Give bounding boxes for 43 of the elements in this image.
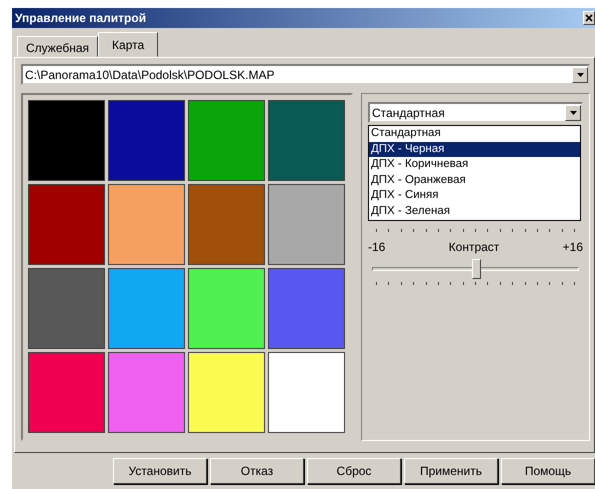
color-swatch[interactable] — [108, 352, 185, 433]
dropdown-button[interactable] — [565, 104, 581, 120]
tab[interactable]: Карта — [98, 32, 158, 57]
color-swatch[interactable] — [188, 268, 265, 349]
palette-select[interactable]: Стандартная — [368, 102, 583, 123]
close-icon — [585, 14, 593, 22]
color-swatch[interactable] — [268, 184, 345, 265]
color-swatch[interactable] — [28, 100, 105, 181]
dropdown-option[interactable]: ДПХ - Коричневая — [369, 157, 580, 173]
slider-thumb[interactable] — [472, 259, 480, 279]
max-label: +16 — [562, 239, 583, 256]
window-title: Управление палитрой — [15, 10, 146, 27]
color-swatch[interactable] — [28, 268, 105, 349]
map-path-field[interactable]: C:\Panorama10\Data\Podolsk\PODOLSK.MAP — [21, 64, 590, 85]
color-swatch[interactable] — [28, 184, 105, 265]
dialog-button[interactable]: Применить — [404, 458, 498, 484]
caret-icon — [576, 72, 584, 76]
color-swatch[interactable] — [108, 268, 185, 349]
color-swatch[interactable] — [28, 352, 105, 433]
dialog-button[interactable]: Установить — [113, 458, 207, 484]
dialog-button[interactable]: Сброс — [307, 458, 401, 484]
color-swatch[interactable] — [108, 184, 185, 265]
contrast-label: Контраст — [448, 239, 500, 256]
color-swatch[interactable] — [188, 100, 265, 181]
dropdown-option[interactable]: ДПХ - Оранжевая — [369, 172, 580, 188]
dialog-button[interactable]: Отказ — [210, 458, 304, 484]
color-swatch[interactable] — [108, 100, 185, 181]
dropdown-option[interactable]: Стандартная — [369, 126, 580, 142]
min-label: -16 — [368, 239, 386, 256]
color-swatch[interactable] — [268, 352, 345, 433]
slider-track[interactable] — [372, 259, 579, 279]
caret-icon — [570, 110, 576, 114]
tab[interactable]: Служебная — [17, 36, 98, 57]
dropdown-option[interactable]: ДПХ - Синяя — [369, 188, 580, 204]
dropdown-option[interactable]: ДПХ - Зеленая — [369, 204, 580, 220]
close-button[interactable] — [583, 11, 595, 25]
color-swatch[interactable] — [268, 100, 345, 181]
color-swatch[interactable] — [188, 184, 265, 265]
dropdown-button[interactable] — [572, 66, 588, 82]
dialog-button[interactable]: Помощь — [501, 458, 595, 484]
dropdown-option[interactable]: ДПХ - Черная — [369, 142, 580, 158]
color-swatch[interactable] — [268, 268, 345, 349]
color-swatch[interactable] — [188, 352, 265, 433]
